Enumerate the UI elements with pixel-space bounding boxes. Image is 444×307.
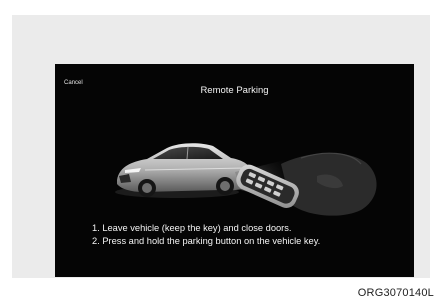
remote-parking-screen: Cancel Remote Parking 1. Leave vehicle (…: [55, 64, 414, 277]
car-icon: [115, 143, 252, 198]
instruction-step-2: 2. Press and hold the parking button on …: [92, 236, 321, 246]
key-fob-icon: [236, 152, 377, 216]
instruction-step-1: 1. Leave vehicle (keep the key) and clos…: [92, 223, 292, 233]
instructions-list: 1. Leave vehicle (keep the key) and clos…: [92, 222, 320, 248]
figure-panel: Cancel Remote Parking 1. Leave vehicle (…: [12, 15, 430, 278]
figure-code: ORG3070140L: [357, 287, 434, 299]
